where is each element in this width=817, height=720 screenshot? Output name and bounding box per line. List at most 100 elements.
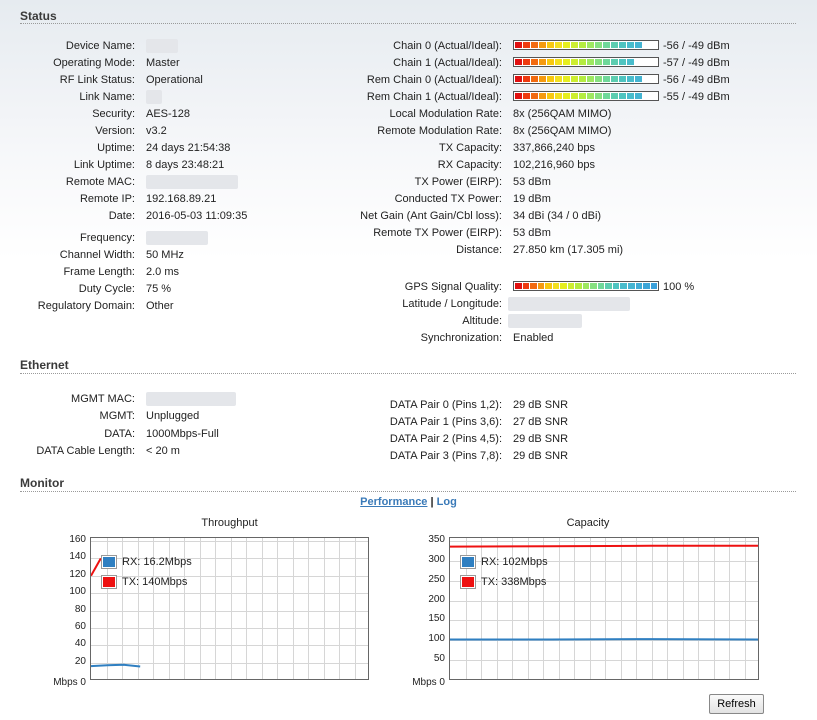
distance-label: Distance:	[456, 244, 502, 256]
tx-capacity-row: TX Capacity: 337,866,240 bps	[0, 140, 817, 156]
chain-0-meter-segment	[515, 42, 522, 48]
capacity-legend-tx: TX: 338Mbps	[460, 572, 548, 592]
gps-signal-meter-segment	[552, 283, 560, 289]
tab-separator: |	[430, 496, 434, 508]
throughput-y-tick: 20	[74, 655, 86, 667]
chain-0-meter-segment	[531, 42, 538, 48]
rem-chain-0-value: -56 / -49 dBm	[663, 74, 730, 86]
refresh-button[interactable]: Refresh	[709, 694, 764, 714]
status-section-title: Status	[20, 9, 57, 23]
gps-signal-meter-segment	[635, 283, 643, 289]
gps-signal-meter-segment	[575, 283, 582, 289]
gps-signal-meter-segment	[612, 283, 620, 289]
synchronization-value: Enabled	[513, 332, 554, 344]
throughput-legend-tx-swatch	[101, 575, 117, 590]
synchronization-row: Synchronization: Enabled	[0, 330, 817, 346]
rem-chain-0-meter-segment	[587, 76, 594, 82]
data-pair-2-row: DATA Pair 2 (Pins 4,5): 29 dB SNR	[0, 431, 817, 447]
net-gain-row: Net Gain (Ant Gain/Cbl loss): 34 dBi (34 …	[0, 208, 817, 224]
gps-signal-meter-segment	[597, 283, 605, 289]
capacity-legend-rx-swatch	[460, 555, 476, 570]
throughput-tx-series-line	[91, 557, 102, 577]
throughput-y-tick-label: 0	[77, 677, 86, 688]
rem-chain-0-meter	[513, 74, 659, 84]
frame-length-label: Frame Length:	[63, 266, 135, 278]
rem-chain-1-meter-segment	[555, 93, 562, 99]
capacity-y-tick: Mbps 0	[405, 677, 445, 688]
gps-signal-quality-row: GPS Signal Quality: 100 %	[0, 279, 817, 295]
rem-chain-1-meter-segment	[611, 93, 618, 99]
local-modulation-rate-row: Local Modulation Rate: 8x (256QAM MIMO)	[0, 106, 817, 122]
data-pair-1-row: DATA Pair 1 (Pins 3,6): 27 dB SNR	[0, 414, 817, 430]
data-pair-3-label: DATA Pair 3 (Pins 7,8):	[389, 450, 502, 462]
throughput-legend: RX: 16.2Mbps TX: 140Mbps	[101, 552, 192, 592]
tab-performance[interactable]: Performance	[360, 496, 427, 508]
net-gain-value: 34 dBi (34 / 0 dBi)	[513, 210, 602, 222]
chain-1-meter-segment	[611, 59, 618, 65]
capacity-legend-rx: RX: 102Mbps	[460, 552, 548, 572]
capacity-y-tick: 350	[428, 534, 445, 545]
data-pair-1-value: 27 dB SNR	[513, 416, 569, 428]
gps-signal-quality-label: GPS Signal Quality:	[404, 281, 502, 293]
throughput-legend-rx: RX: 16.2Mbps	[101, 552, 192, 572]
capacity-y-tick: 200	[428, 593, 445, 605]
gps-signal-meter-segment	[627, 283, 635, 289]
gps-signal-meter-segment	[582, 283, 590, 289]
throughput-y-unit: Mbps	[53, 677, 78, 688]
throughput-y-tick: 160	[69, 534, 86, 545]
data-pair-2-value: 29 dB SNR	[513, 433, 569, 445]
chain-0-meter-segment	[571, 42, 578, 48]
rem-chain-1-meter-segment	[523, 93, 530, 99]
rem-chain-1-meter-segment	[515, 93, 522, 99]
data-pair-0-value: 29 dB SNR	[513, 399, 569, 411]
tx-capacity-value: 337,866,240 bps	[513, 142, 595, 154]
throughput-y-tick: 80	[74, 603, 86, 615]
frame-length-row: Frame Length: 2.0 ms	[0, 264, 817, 280]
rem-chain-0-meter-segment	[547, 76, 554, 82]
rem-chain-1-meter-segment	[539, 93, 546, 99]
tab-log[interactable]: Log	[437, 496, 457, 508]
throughput-y-tick: 120	[69, 568, 86, 580]
chain-0-meter-segment	[563, 42, 570, 48]
monitor-section-title: Monitor	[20, 476, 64, 490]
capacity-y-unit: Mbps	[412, 677, 437, 688]
rem-chain-0-meter-segment	[531, 76, 538, 82]
data-pair-3-row: DATA Pair 3 (Pins 7,8): 29 dB SNR	[0, 448, 817, 464]
chain-1-meter-segment	[547, 59, 554, 65]
throughput-y-tick: 40	[74, 638, 86, 650]
rem-chain-1-meter-segment	[627, 93, 634, 99]
frame-length-value: 2.0 ms	[146, 266, 180, 278]
throughput-y-tick: 100	[69, 586, 86, 598]
capacity-legend-tx-label: TX: 338Mbps	[481, 576, 547, 588]
chain-1-value: -57 / -49 dBm	[663, 57, 730, 69]
net-gain-label: Net Gain (Ant Gain/Cbl loss):	[360, 210, 502, 222]
rem-chain-1-meter	[513, 91, 659, 101]
data-pair-1-label: DATA Pair 1 (Pins 3,6):	[389, 416, 502, 428]
throughput-y-tick: Mbps 0	[46, 677, 86, 688]
chain-0-meter-segment	[627, 42, 634, 48]
chain-1-meter-segment	[571, 59, 578, 65]
chain-1-meter-segment	[555, 59, 562, 65]
chain-1-meter-segment	[523, 59, 530, 65]
data-pair-3-value: 29 dB SNR	[513, 450, 569, 462]
gps-signal-meter-segment	[605, 283, 612, 289]
chain-0-meter-segment	[587, 42, 594, 48]
chain-1-meter-segment	[627, 59, 634, 65]
tx-power-label: TX Power (EIRP):	[414, 176, 502, 188]
gps-signal-value: 100 %	[663, 281, 695, 293]
synchronization-label: Synchronization:	[420, 332, 502, 344]
gps-signal-meter-segment	[560, 283, 567, 289]
distance-row: Distance: 27.850 km (17.305 mi)	[0, 242, 817, 258]
chain-0-meter-segment	[579, 42, 586, 48]
rem-chain-1-meter-segment	[579, 93, 586, 99]
tx-capacity-label: TX Capacity:	[439, 142, 502, 154]
gps-signal-meter-segment	[545, 283, 552, 289]
throughput-legend-tx-label: TX: 140Mbps	[122, 576, 188, 588]
chain-1-meter-segment	[531, 59, 538, 65]
gps-signal-meter-segment	[620, 283, 627, 289]
chain-0-meter-segment	[555, 42, 562, 48]
rem-chain-1-meter-segment	[531, 93, 538, 99]
rem-chain-0-meter-segment	[555, 76, 562, 82]
rem-chain-0-meter-segment	[595, 76, 602, 82]
rem-chain-0-meter-segment	[619, 76, 626, 82]
